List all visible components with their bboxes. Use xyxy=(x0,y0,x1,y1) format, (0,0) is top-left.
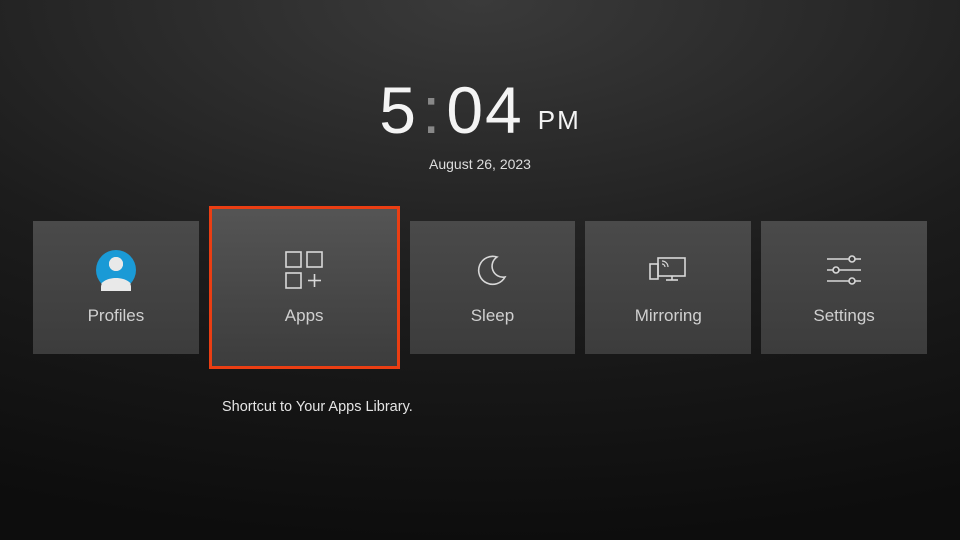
clock-hour: 5 xyxy=(379,73,418,147)
tile-mirroring[interactable]: Mirroring xyxy=(585,221,751,354)
tile-apps[interactable]: Apps xyxy=(209,206,400,369)
clock-area: 5:04 PM August 26, 2023 xyxy=(0,0,960,172)
clock-date: August 26, 2023 xyxy=(0,156,960,172)
mirroring-icon xyxy=(648,250,688,290)
clock-time: 5:04 xyxy=(379,72,523,148)
tile-settings[interactable]: Settings xyxy=(761,221,927,354)
clock-minute: 04 xyxy=(446,73,523,147)
profiles-icon xyxy=(95,250,137,290)
apps-grid-icon xyxy=(282,250,326,290)
tile-label: Settings xyxy=(813,306,874,326)
tile-label: Apps xyxy=(285,306,324,326)
tile-label: Profiles xyxy=(88,306,145,326)
clock-meridiem: PM xyxy=(538,105,581,136)
tile-label: Sleep xyxy=(471,306,514,326)
clock-colon: : xyxy=(418,73,446,147)
sliders-icon xyxy=(825,250,863,290)
moon-icon xyxy=(475,250,509,290)
clock: 5:04 PM xyxy=(379,72,580,148)
tile-profiles[interactable]: Profiles xyxy=(33,221,199,354)
tile-tooltip: Shortcut to Your Apps Library. xyxy=(222,399,413,415)
tile-sleep[interactable]: Sleep xyxy=(410,221,576,354)
quick-settings-tiles: Profiles Apps Sleep xyxy=(33,221,927,354)
tile-label: Mirroring xyxy=(635,306,702,326)
